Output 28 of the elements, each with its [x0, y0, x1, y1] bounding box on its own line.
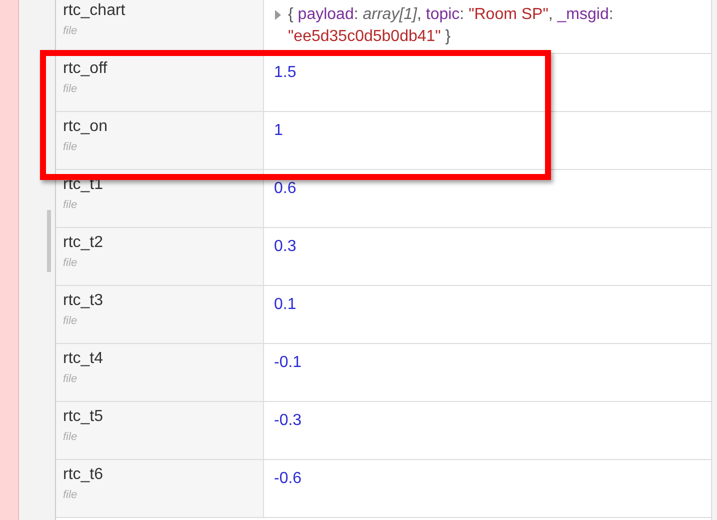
variable-name: rtc_t6	[63, 466, 104, 484]
variable-name: rtc_t2	[63, 234, 104, 252]
variable-name: rtc_t5	[63, 408, 104, 426]
variable-name: rtc_on	[63, 118, 108, 136]
scope-label: file	[63, 489, 78, 501]
variable-value: 0.3	[274, 238, 296, 255]
scope-label: file	[63, 431, 78, 443]
scope-label: file	[63, 25, 78, 37]
variable-name: rtc_off	[63, 60, 108, 78]
object-value: { payload: array[1], topic: "Room SP", _msgid: "ee5d35c0d5b0db41" }	[288, 5, 614, 47]
scope-label: file	[63, 373, 78, 385]
variable-name: rtc_t4	[63, 350, 104, 368]
variable-value: 1	[274, 122, 283, 139]
variable-value: -0.6	[274, 470, 302, 487]
scope-label: file	[63, 141, 78, 153]
variable-name: rtc_t3	[63, 292, 104, 310]
scope-label: file	[63, 83, 78, 95]
variable-value: 0.1	[274, 296, 296, 313]
variable-value: 1.5	[274, 64, 296, 81]
scope-label: file	[63, 199, 78, 211]
variable-value: -0.1	[274, 354, 302, 371]
scope-label: file	[63, 315, 78, 327]
scope-label: file	[63, 257, 78, 269]
scrollbar-thumb[interactable]	[47, 210, 51, 272]
expand-caret-icon[interactable]	[274, 10, 282, 20]
variable-value: 0.6	[274, 180, 296, 197]
variable-value: -0.3	[274, 412, 302, 429]
variable-name: rtc_chart	[63, 2, 126, 20]
